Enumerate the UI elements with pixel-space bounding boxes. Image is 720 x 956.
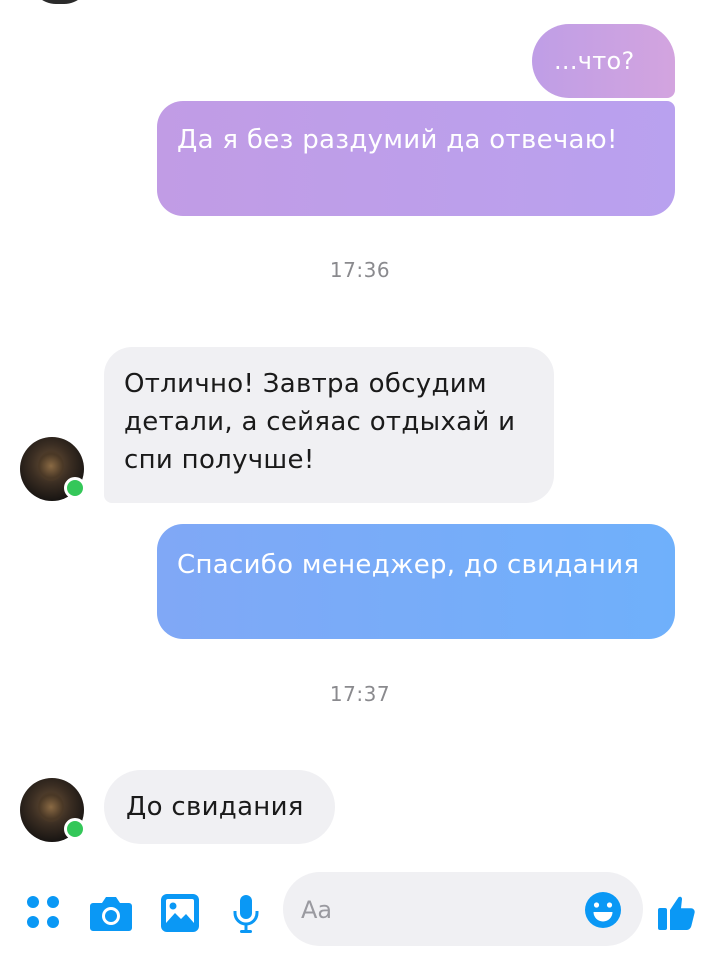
emoji-icon[interactable]: [583, 890, 623, 934]
message-text: Спасибо менеджер, до свидания: [177, 550, 640, 580]
message-composer[interactable]: [283, 872, 643, 946]
apps-icon[interactable]: [24, 893, 62, 935]
gallery-icon[interactable]: [160, 893, 200, 937]
online-status-dot: [64, 477, 86, 499]
contact-avatar[interactable]: [20, 778, 86, 842]
contact-avatar[interactable]: [20, 437, 86, 501]
message-bubble-outgoing[interactable]: Да я без раздумий да отвечаю!: [157, 101, 675, 216]
like-icon[interactable]: [656, 890, 698, 936]
partial-avatar: [30, 0, 90, 4]
message-timestamp: 17:36: [329, 258, 391, 282]
message-text: Отлично! Завтра обсудим детали, а сейяас…: [124, 369, 516, 475]
message-text: ...что?: [554, 47, 635, 75]
message-bubble-outgoing[interactable]: Спасибо менеджер, до свидания: [157, 524, 675, 639]
message-bubble-incoming[interactable]: Отлично! Завтра обсудим детали, а сейяас…: [104, 347, 554, 503]
message-text: До свидания: [126, 792, 304, 822]
message-bubble-outgoing[interactable]: ...что?: [532, 24, 675, 98]
message-timestamp: 17:37: [329, 682, 391, 706]
message-bubble-incoming[interactable]: До свидания: [104, 770, 335, 844]
microphone-icon[interactable]: [230, 893, 262, 939]
camera-icon[interactable]: [89, 893, 133, 937]
message-input[interactable]: [299, 892, 583, 928]
online-status-dot: [64, 818, 86, 840]
message-text: Да я без раздумий да отвечаю!: [177, 125, 618, 155]
avatar-photo: [38, 792, 64, 822]
avatar-photo: [38, 451, 64, 481]
